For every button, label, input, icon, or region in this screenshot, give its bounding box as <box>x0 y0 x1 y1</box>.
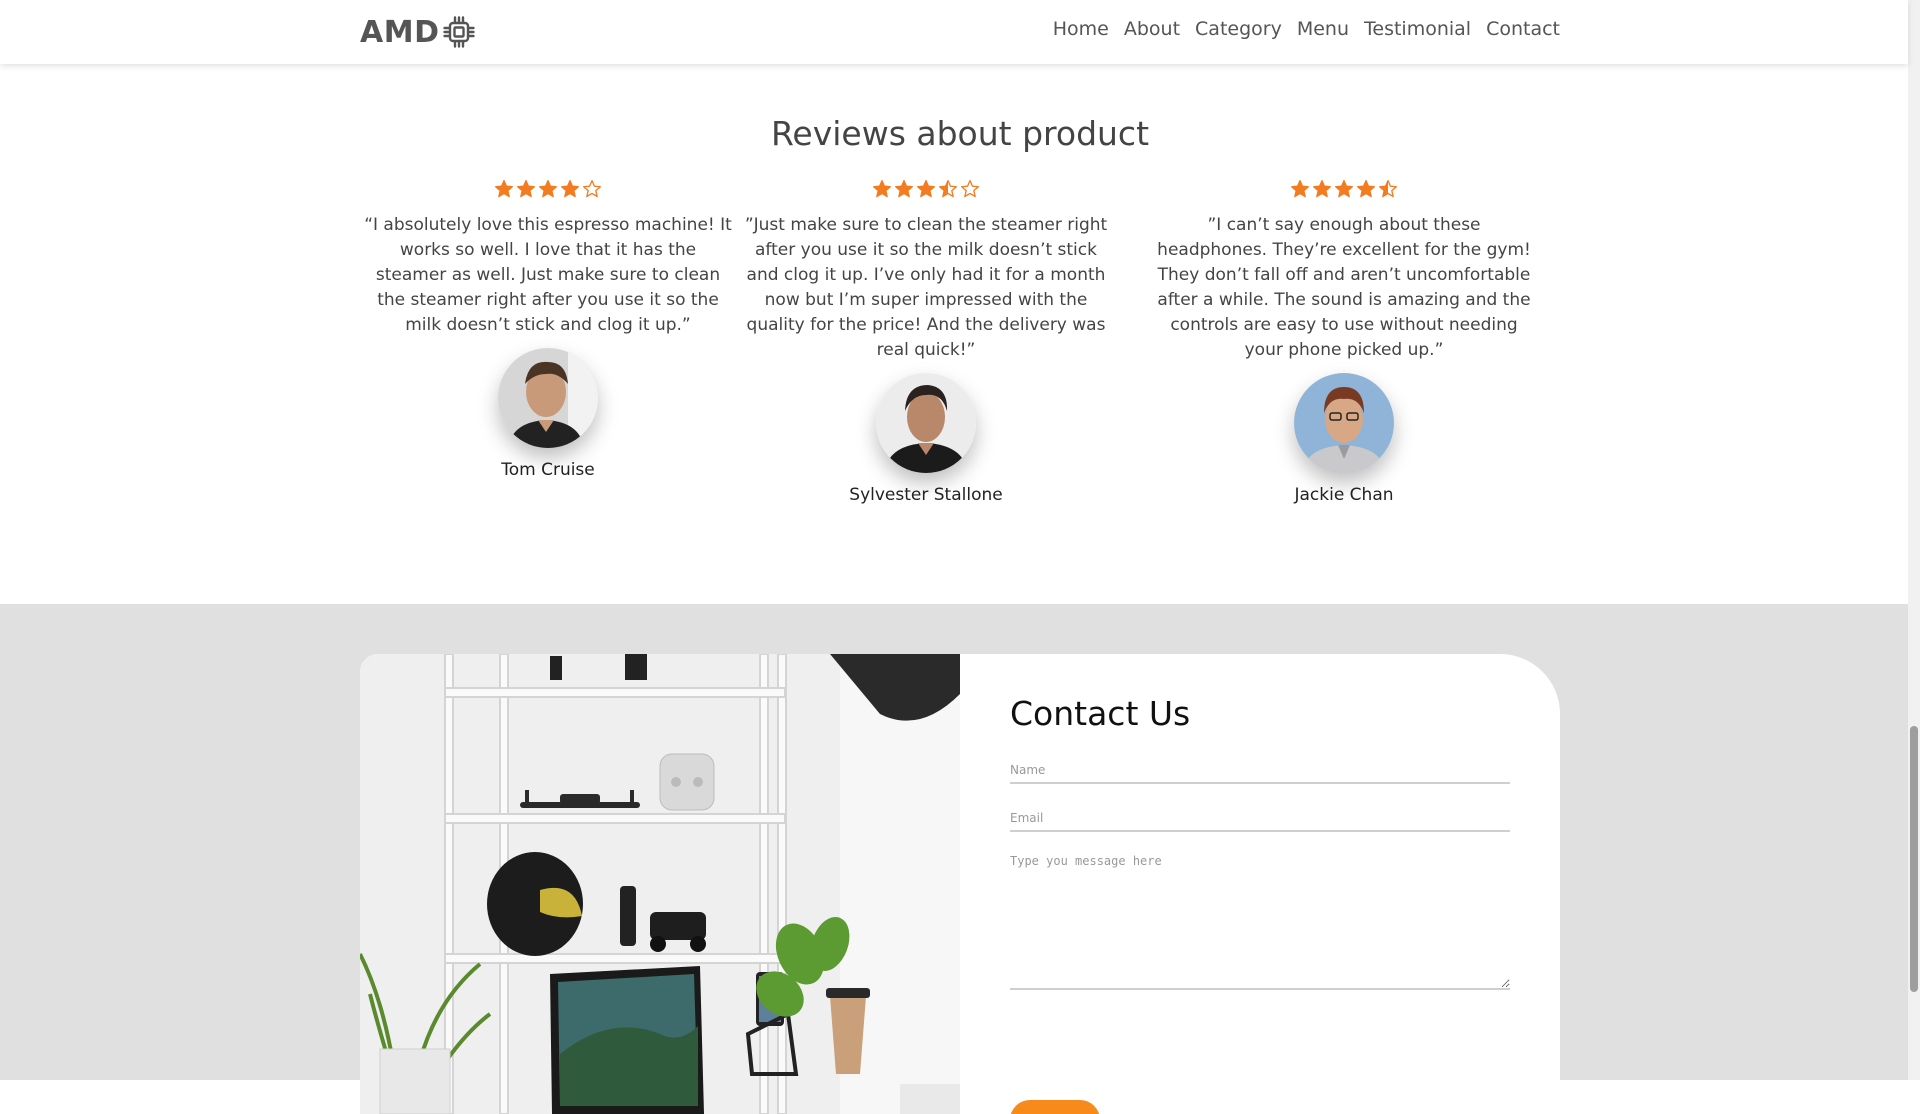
message-field[interactable] <box>1010 850 1510 990</box>
avatar <box>498 348 598 448</box>
nav-contact[interactable]: Contact <box>1486 18 1560 40</box>
contact-title: Contact Us <box>1010 694 1191 733</box>
avatar <box>876 373 976 473</box>
star-empty-icon <box>961 180 979 198</box>
nav-home[interactable]: Home <box>1053 18 1109 40</box>
avatar <box>1294 373 1394 473</box>
email-field[interactable] <box>1010 806 1510 832</box>
star-half-icon <box>939 180 957 198</box>
nav-category[interactable]: Category <box>1195 18 1282 40</box>
review-quote: ”I can’t say enough about these headphon… <box>1157 215 1531 360</box>
nav-links: Home About Category Menu Testimonial Con… <box>1053 18 1560 40</box>
avatar-photo <box>1294 373 1394 473</box>
review-card: ”I can’t say enough about these headphon… <box>1154 179 1534 505</box>
reviews-section: Reviews about product “I absolutely love… <box>0 64 1908 604</box>
reviews-title: Reviews about product <box>770 114 1150 153</box>
contact-form: Contact Us SEND <box>1010 654 1510 1114</box>
star-half-icon <box>1379 180 1397 198</box>
reviewer-name: Jackie Chan <box>1294 485 1394 505</box>
nav-about[interactable]: About <box>1124 18 1180 40</box>
contact-section: Contact Us SEND <box>0 604 1908 1114</box>
review-card: ”Just make sure to clean the steamer rig… <box>741 179 1111 505</box>
nav-menu[interactable]: Menu <box>1297 18 1349 40</box>
star-full-icon <box>561 180 579 198</box>
contact-card: Contact Us SEND <box>360 654 1560 1114</box>
brand-logo[interactable]: AMD <box>360 12 476 52</box>
scrollbar-thumb[interactable] <box>1910 726 1918 992</box>
name-field[interactable] <box>1010 758 1510 784</box>
review-quote: ”Just make sure to clean the steamer rig… <box>744 215 1108 360</box>
reviewer-name: Tom Cruise <box>501 460 595 480</box>
star-full-icon <box>917 180 935 198</box>
star-full-icon <box>1291 180 1309 198</box>
reviewer-name: Sylvester Stallone <box>849 485 1003 505</box>
review-quote: “I absolutely love this espresso machine… <box>364 215 732 335</box>
star-full-icon <box>1335 180 1353 198</box>
brand-name: AMD <box>360 14 440 50</box>
navbar: AMD Home About Category Menu Testimonial… <box>0 0 1908 64</box>
send-button[interactable]: SEND <box>1010 1100 1100 1114</box>
star-rating <box>1154 179 1534 201</box>
star-full-icon <box>495 180 513 198</box>
star-empty-icon <box>583 180 601 198</box>
scrollbar-track[interactable] <box>1908 0 1920 1080</box>
star-full-icon <box>1313 180 1331 198</box>
star-full-icon <box>517 180 535 198</box>
cpu-chip-icon <box>443 16 476 48</box>
star-full-icon <box>1357 180 1375 198</box>
workspace-photo <box>360 654 960 1114</box>
star-rating <box>741 179 1111 201</box>
nav-testimonial[interactable]: Testimonial <box>1364 18 1471 40</box>
star-rating <box>363 179 733 201</box>
star-full-icon <box>895 180 913 198</box>
review-card: “I absolutely love this espresso machine… <box>363 179 733 480</box>
avatar-photo <box>876 373 976 473</box>
star-full-icon <box>873 180 891 198</box>
star-full-icon <box>539 180 557 198</box>
avatar-photo <box>498 348 598 448</box>
